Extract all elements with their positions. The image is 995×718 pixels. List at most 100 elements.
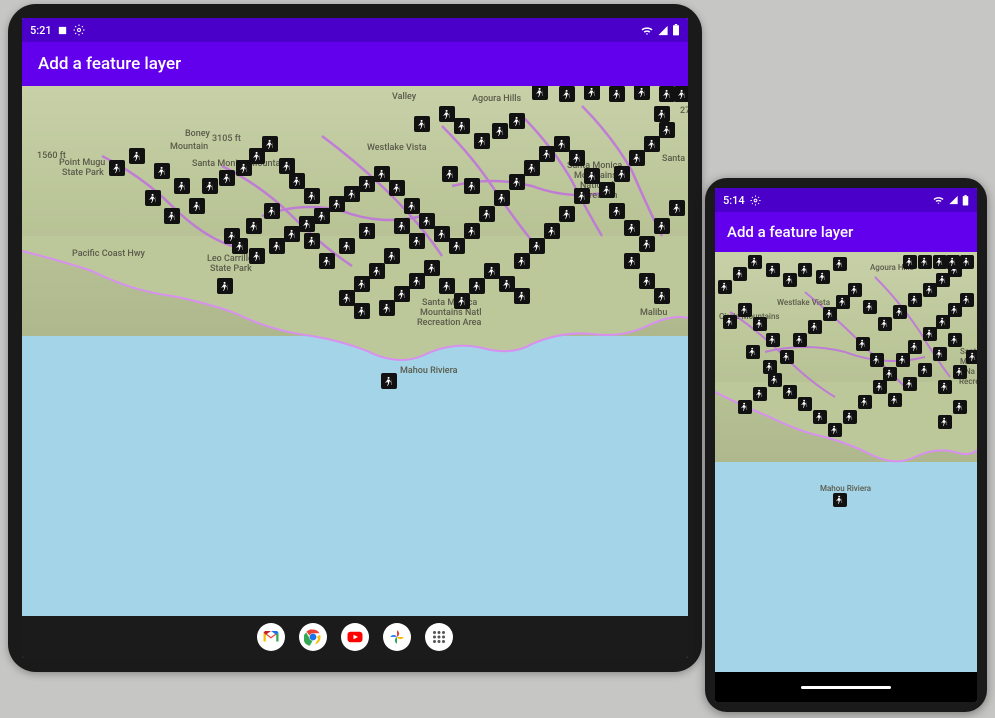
trailhead-marker-icon[interactable] [154,163,170,179]
trailhead-marker-icon[interactable] [738,303,752,317]
trailhead-marker-icon[interactable] [424,260,440,276]
trailhead-marker-icon[interactable] [960,255,974,269]
trailhead-marker-icon[interactable] [329,196,345,212]
trailhead-marker-icon[interactable] [858,395,872,409]
trailhead-marker-icon[interactable] [766,263,780,277]
trailhead-marker-icon[interactable] [264,203,280,219]
trailhead-marker-icon[interactable] [304,188,320,204]
trailhead-marker-icon[interactable] [763,360,777,374]
trailhead-marker-icon[interactable] [339,290,355,306]
trailhead-marker-icon[interactable] [918,363,932,377]
trailhead-marker-icon[interactable] [529,238,545,254]
trailhead-marker-icon[interactable] [634,86,650,100]
trailhead-marker-icon[interactable] [783,273,797,287]
trailhead-marker-icon[interactable] [609,86,625,102]
trailhead-marker-icon[interactable] [873,380,887,394]
trailhead-marker-icon[interactable] [524,160,540,176]
trailhead-marker-icon[interactable] [434,226,450,242]
trailhead-marker-icon[interactable] [654,288,670,304]
trailhead-marker-icon[interactable] [202,178,218,194]
trailhead-marker-icon[interactable] [464,178,480,194]
trailhead-marker-icon[interactable] [836,295,850,309]
trailhead-marker-icon[interactable] [848,283,862,297]
trailhead-marker-icon[interactable] [569,150,585,166]
trailhead-marker-icon[interactable] [746,345,760,359]
trailhead-marker-icon[interactable] [733,267,747,281]
trailhead-marker-icon[interactable] [454,118,470,134]
trailhead-marker-icon[interactable] [933,255,947,269]
trailhead-marker-icon[interactable] [888,393,902,407]
trailhead-marker-icon[interactable] [798,263,812,277]
trailhead-marker-icon[interactable] [354,303,370,319]
trailhead-marker-icon[interactable] [659,122,675,138]
trailhead-marker-icon[interactable] [908,340,922,354]
trailhead-marker-icon[interactable] [499,276,515,292]
trailhead-marker-icon[interactable] [454,293,470,309]
trailhead-marker-icon[interactable] [753,317,767,331]
trailhead-marker-icon[interactable] [129,148,145,164]
trailhead-marker-icon[interactable] [381,373,397,389]
trailhead-marker-icon[interactable] [863,300,877,314]
trailhead-marker-icon[interactable] [284,226,300,242]
trailhead-marker-icon[interactable] [584,168,600,184]
trailhead-marker-icon[interactable] [484,263,500,279]
trailhead-marker-icon[interactable] [584,86,600,100]
trailhead-marker-icon[interactable] [644,136,660,152]
trailhead-marker-icon[interactable] [164,208,180,224]
trailhead-marker-icon[interactable] [304,233,320,249]
trailhead-marker-icon[interactable] [219,170,235,186]
trailhead-marker-icon[interactable] [896,353,910,367]
trailhead-marker-icon[interactable] [109,160,125,176]
trailhead-marker-icon[interactable] [409,273,425,289]
trailhead-marker-icon[interactable] [217,278,233,294]
trailhead-marker-icon[interactable] [559,86,575,102]
trailhead-marker-icon[interactable] [249,248,265,264]
trailhead-marker-icon[interactable] [923,327,937,341]
chrome-app-icon[interactable] [299,623,327,651]
trailhead-marker-icon[interactable] [539,146,555,162]
trailhead-marker-icon[interactable] [654,218,670,234]
trailhead-marker-icon[interactable] [174,178,190,194]
trailhead-marker-icon[interactable] [289,173,305,189]
trailhead-marker-icon[interactable] [344,186,360,202]
trailhead-marker-icon[interactable] [514,288,530,304]
trailhead-marker-icon[interactable] [384,248,400,264]
trailhead-marker-icon[interactable] [339,238,355,254]
trailhead-marker-icon[interactable] [738,400,752,414]
trailhead-marker-icon[interactable] [624,220,640,236]
trailhead-marker-icon[interactable] [246,218,262,234]
trailhead-marker-icon[interactable] [953,400,967,414]
trailhead-marker-icon[interactable] [948,333,962,347]
trailhead-marker-icon[interactable] [314,208,330,224]
trailhead-marker-icon[interactable] [145,190,161,206]
trailhead-marker-icon[interactable] [918,255,932,269]
trailhead-marker-icon[interactable] [908,293,922,307]
trailhead-marker-icon[interactable] [359,223,375,239]
trailhead-marker-icon[interactable] [614,166,630,182]
trailhead-marker-icon[interactable] [833,493,847,507]
trailhead-marker-icon[interactable] [813,410,827,424]
trailhead-marker-icon[interactable] [783,385,797,399]
trailhead-marker-icon[interactable] [599,182,615,198]
home-gesture-bar[interactable] [801,686,891,689]
trailhead-marker-icon[interactable] [394,286,410,302]
trailhead-marker-icon[interactable] [870,353,884,367]
trailhead-marker-icon[interactable] [389,180,405,196]
trailhead-marker-icon[interactable] [439,278,455,294]
trailhead-marker-icon[interactable] [883,367,897,381]
trailhead-marker-icon[interactable] [419,213,435,229]
trailhead-marker-icon[interactable] [780,350,794,364]
trailhead-marker-icon[interactable] [639,236,655,252]
trailhead-marker-icon[interactable] [960,293,974,307]
trailhead-marker-icon[interactable] [659,86,675,102]
trailhead-marker-icon[interactable] [479,206,495,222]
trailhead-marker-icon[interactable] [893,305,907,319]
trailhead-marker-icon[interactable] [823,307,837,321]
trailhead-marker-icon[interactable] [938,415,952,429]
trailhead-marker-icon[interactable] [374,166,390,182]
trailhead-marker-icon[interactable] [449,238,465,254]
trailhead-marker-icon[interactable] [279,158,295,174]
trailhead-marker-icon[interactable] [903,255,917,269]
trailhead-marker-icon[interactable] [394,218,410,234]
trailhead-marker-icon[interactable] [609,203,625,219]
